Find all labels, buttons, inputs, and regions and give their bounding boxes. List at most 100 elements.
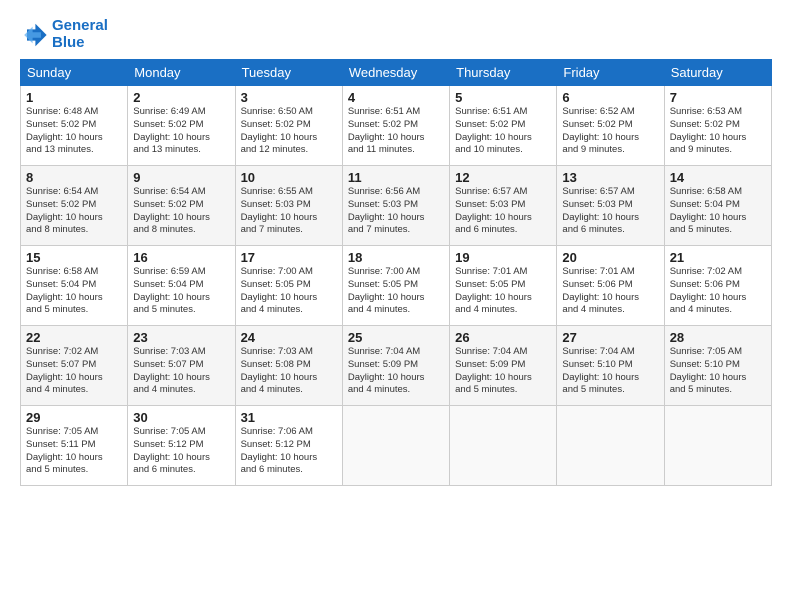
day-number: 5 [455, 90, 551, 105]
logo-text: General Blue [52, 18, 108, 51]
day-info: Sunrise: 6:54 AM Sunset: 5:02 PM Dayligh… [26, 186, 122, 237]
day-info: Sunrise: 7:01 AM Sunset: 5:06 PM Dayligh… [562, 266, 658, 317]
day-cell: 30Sunrise: 7:05 AM Sunset: 5:12 PM Dayli… [128, 406, 235, 486]
day-cell: 4Sunrise: 6:51 AM Sunset: 5:02 PM Daylig… [342, 86, 449, 166]
day-number: 16 [133, 250, 229, 265]
day-number: 14 [670, 170, 766, 185]
day-number: 21 [670, 250, 766, 265]
day-cell: 17Sunrise: 7:00 AM Sunset: 5:05 PM Dayli… [235, 246, 342, 326]
day-cell: 7Sunrise: 6:53 AM Sunset: 5:02 PM Daylig… [664, 86, 771, 166]
logo: General Blue [20, 18, 108, 51]
day-info: Sunrise: 6:50 AM Sunset: 5:02 PM Dayligh… [241, 106, 337, 157]
day-number: 20 [562, 250, 658, 265]
day-info: Sunrise: 6:54 AM Sunset: 5:02 PM Dayligh… [133, 186, 229, 237]
day-cell [342, 406, 449, 486]
weekday-header-saturday: Saturday [664, 60, 771, 86]
day-number: 11 [348, 170, 444, 185]
day-cell: 26Sunrise: 7:04 AM Sunset: 5:09 PM Dayli… [450, 326, 557, 406]
weekday-header-wednesday: Wednesday [342, 60, 449, 86]
day-cell: 14Sunrise: 6:58 AM Sunset: 5:04 PM Dayli… [664, 166, 771, 246]
day-info: Sunrise: 6:48 AM Sunset: 5:02 PM Dayligh… [26, 106, 122, 157]
day-number: 10 [241, 170, 337, 185]
day-info: Sunrise: 7:01 AM Sunset: 5:05 PM Dayligh… [455, 266, 551, 317]
day-cell: 29Sunrise: 7:05 AM Sunset: 5:11 PM Dayli… [21, 406, 128, 486]
day-info: Sunrise: 6:51 AM Sunset: 5:02 PM Dayligh… [348, 106, 444, 157]
week-row-1: 8Sunrise: 6:54 AM Sunset: 5:02 PM Daylig… [21, 166, 772, 246]
day-cell: 23Sunrise: 7:03 AM Sunset: 5:07 PM Dayli… [128, 326, 235, 406]
week-row-2: 15Sunrise: 6:58 AM Sunset: 5:04 PM Dayli… [21, 246, 772, 326]
day-number: 8 [26, 170, 122, 185]
day-number: 6 [562, 90, 658, 105]
day-info: Sunrise: 6:56 AM Sunset: 5:03 PM Dayligh… [348, 186, 444, 237]
day-number: 31 [241, 410, 337, 425]
day-cell: 1Sunrise: 6:48 AM Sunset: 5:02 PM Daylig… [21, 86, 128, 166]
weekday-header-monday: Monday [128, 60, 235, 86]
day-number: 30 [133, 410, 229, 425]
day-cell: 28Sunrise: 7:05 AM Sunset: 5:10 PM Dayli… [664, 326, 771, 406]
day-number: 27 [562, 330, 658, 345]
week-row-3: 22Sunrise: 7:02 AM Sunset: 5:07 PM Dayli… [21, 326, 772, 406]
day-number: 15 [26, 250, 122, 265]
day-cell: 21Sunrise: 7:02 AM Sunset: 5:06 PM Dayli… [664, 246, 771, 326]
day-number: 7 [670, 90, 766, 105]
day-info: Sunrise: 7:05 AM Sunset: 5:10 PM Dayligh… [670, 346, 766, 397]
day-info: Sunrise: 7:00 AM Sunset: 5:05 PM Dayligh… [348, 266, 444, 317]
weekday-header-row: SundayMondayTuesdayWednesdayThursdayFrid… [21, 60, 772, 86]
weekday-header-thursday: Thursday [450, 60, 557, 86]
day-number: 22 [26, 330, 122, 345]
day-cell: 11Sunrise: 6:56 AM Sunset: 5:03 PM Dayli… [342, 166, 449, 246]
day-info: Sunrise: 7:04 AM Sunset: 5:10 PM Dayligh… [562, 346, 658, 397]
day-info: Sunrise: 7:06 AM Sunset: 5:12 PM Dayligh… [241, 426, 337, 477]
day-info: Sunrise: 7:03 AM Sunset: 5:08 PM Dayligh… [241, 346, 337, 397]
day-number: 18 [348, 250, 444, 265]
header: General Blue [20, 18, 772, 51]
day-cell [664, 406, 771, 486]
day-number: 19 [455, 250, 551, 265]
day-info: Sunrise: 7:04 AM Sunset: 5:09 PM Dayligh… [348, 346, 444, 397]
day-info: Sunrise: 6:52 AM Sunset: 5:02 PM Dayligh… [562, 106, 658, 157]
day-info: Sunrise: 7:05 AM Sunset: 5:12 PM Dayligh… [133, 426, 229, 477]
day-cell: 6Sunrise: 6:52 AM Sunset: 5:02 PM Daylig… [557, 86, 664, 166]
day-number: 13 [562, 170, 658, 185]
day-cell: 24Sunrise: 7:03 AM Sunset: 5:08 PM Dayli… [235, 326, 342, 406]
day-cell: 18Sunrise: 7:00 AM Sunset: 5:05 PM Dayli… [342, 246, 449, 326]
weekday-header-sunday: Sunday [21, 60, 128, 86]
page: General Blue SundayMondayTuesdayWednesda… [0, 0, 792, 496]
day-info: Sunrise: 7:05 AM Sunset: 5:11 PM Dayligh… [26, 426, 122, 477]
day-cell: 3Sunrise: 6:50 AM Sunset: 5:02 PM Daylig… [235, 86, 342, 166]
day-cell [450, 406, 557, 486]
day-cell: 5Sunrise: 6:51 AM Sunset: 5:02 PM Daylig… [450, 86, 557, 166]
day-cell: 15Sunrise: 6:58 AM Sunset: 5:04 PM Dayli… [21, 246, 128, 326]
day-info: Sunrise: 7:02 AM Sunset: 5:06 PM Dayligh… [670, 266, 766, 317]
day-number: 23 [133, 330, 229, 345]
day-number: 28 [670, 330, 766, 345]
day-cell: 22Sunrise: 7:02 AM Sunset: 5:07 PM Dayli… [21, 326, 128, 406]
day-cell: 9Sunrise: 6:54 AM Sunset: 5:02 PM Daylig… [128, 166, 235, 246]
day-number: 29 [26, 410, 122, 425]
day-cell: 19Sunrise: 7:01 AM Sunset: 5:05 PM Dayli… [450, 246, 557, 326]
day-info: Sunrise: 7:04 AM Sunset: 5:09 PM Dayligh… [455, 346, 551, 397]
day-number: 17 [241, 250, 337, 265]
day-info: Sunrise: 6:53 AM Sunset: 5:02 PM Dayligh… [670, 106, 766, 157]
weekday-header-tuesday: Tuesday [235, 60, 342, 86]
day-number: 1 [26, 90, 122, 105]
day-info: Sunrise: 6:58 AM Sunset: 5:04 PM Dayligh… [670, 186, 766, 237]
week-row-4: 29Sunrise: 7:05 AM Sunset: 5:11 PM Dayli… [21, 406, 772, 486]
day-number: 24 [241, 330, 337, 345]
day-info: Sunrise: 6:59 AM Sunset: 5:04 PM Dayligh… [133, 266, 229, 317]
day-cell: 27Sunrise: 7:04 AM Sunset: 5:10 PM Dayli… [557, 326, 664, 406]
day-cell: 2Sunrise: 6:49 AM Sunset: 5:02 PM Daylig… [128, 86, 235, 166]
day-info: Sunrise: 6:58 AM Sunset: 5:04 PM Dayligh… [26, 266, 122, 317]
day-info: Sunrise: 7:03 AM Sunset: 5:07 PM Dayligh… [133, 346, 229, 397]
day-info: Sunrise: 6:49 AM Sunset: 5:02 PM Dayligh… [133, 106, 229, 157]
day-cell: 16Sunrise: 6:59 AM Sunset: 5:04 PM Dayli… [128, 246, 235, 326]
day-cell: 10Sunrise: 6:55 AM Sunset: 5:03 PM Dayli… [235, 166, 342, 246]
day-info: Sunrise: 7:00 AM Sunset: 5:05 PM Dayligh… [241, 266, 337, 317]
day-number: 9 [133, 170, 229, 185]
day-cell: 13Sunrise: 6:57 AM Sunset: 5:03 PM Dayli… [557, 166, 664, 246]
day-info: Sunrise: 6:57 AM Sunset: 5:03 PM Dayligh… [455, 186, 551, 237]
day-cell: 12Sunrise: 6:57 AM Sunset: 5:03 PM Dayli… [450, 166, 557, 246]
day-info: Sunrise: 7:02 AM Sunset: 5:07 PM Dayligh… [26, 346, 122, 397]
day-number: 4 [348, 90, 444, 105]
day-number: 26 [455, 330, 551, 345]
